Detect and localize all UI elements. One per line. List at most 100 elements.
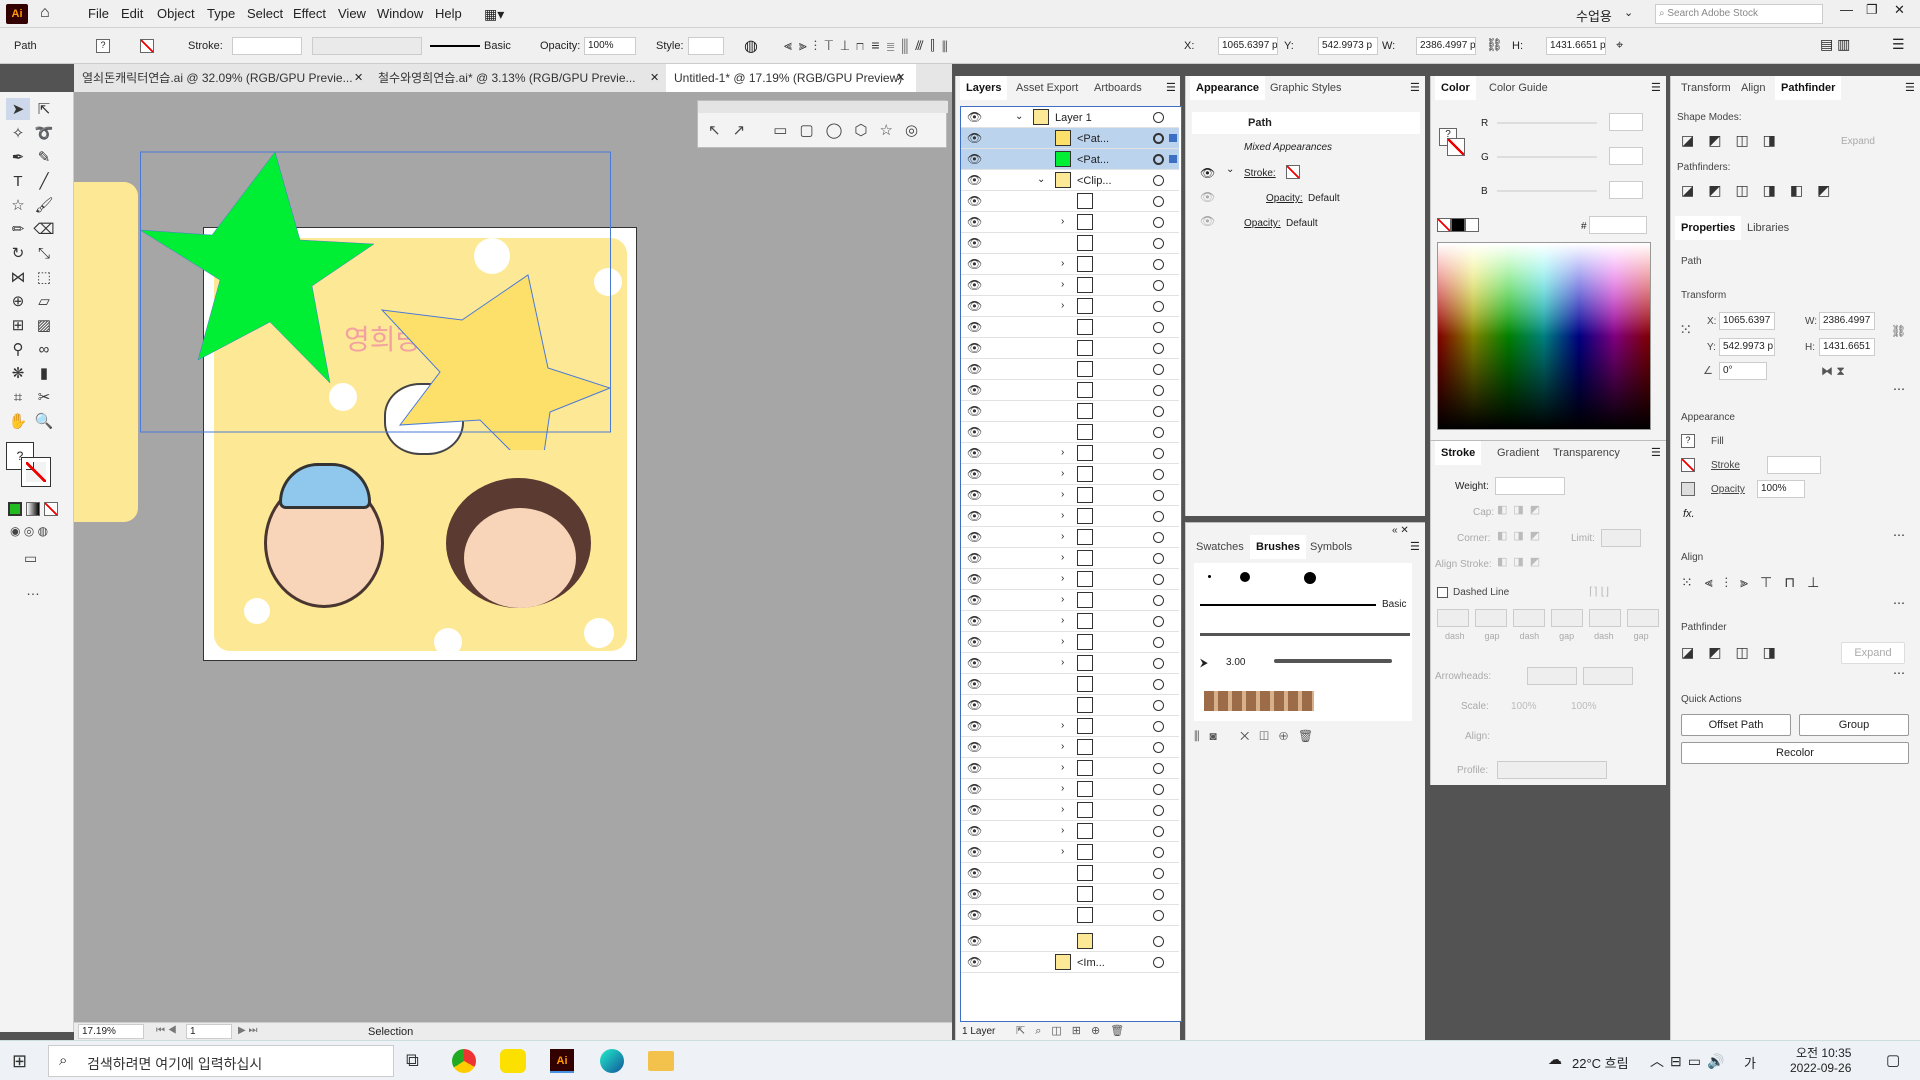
- transform-icon[interactable]: ⌖: [1616, 37, 1623, 53]
- width-tool-icon[interactable]: ⋈: [6, 266, 30, 288]
- perspective-grid-icon[interactable]: ▱: [32, 290, 56, 312]
- target-icon[interactable]: [1153, 196, 1164, 207]
- chrome-icon[interactable]: [452, 1049, 476, 1073]
- draw-mode-icons[interactable]: ◉ ◎ ◍: [10, 524, 48, 538]
- opacity-field[interactable]: 100%: [584, 37, 636, 55]
- black-color[interactable]: [1451, 218, 1465, 232]
- eraser-icon[interactable]: ⌫: [32, 218, 56, 240]
- layer-row[interactable]: 👁 ›: [961, 800, 1179, 821]
- target-icon[interactable]: [1153, 343, 1164, 354]
- menu-file[interactable]: File: [88, 6, 109, 21]
- target-icon[interactable]: [1153, 574, 1164, 585]
- eye-icon[interactable]: 👁: [967, 825, 982, 837]
- more-options-icon[interactable]: ⋯: [1893, 528, 1905, 542]
- eye-icon[interactable]: 👁: [967, 321, 982, 333]
- arrowhead-end[interactable]: [1583, 667, 1633, 685]
- slice-tool-icon[interactable]: ✂: [32, 386, 56, 408]
- brush-dot-medium[interactable]: [1240, 572, 1250, 582]
- eye-icon[interactable]: 👁: [967, 489, 982, 501]
- layer-row[interactable]: 👁 ›: [961, 527, 1179, 548]
- layer-row[interactable]: 👁: [961, 233, 1179, 254]
- layer-row-layer-1[interactable]: 👁 ⌄ Layer 1: [961, 107, 1179, 128]
- cap-icons[interactable]: ◧◨◩: [1497, 503, 1546, 516]
- eye-icon[interactable]: 👁: [967, 111, 982, 123]
- chevron-right-icon[interactable]: ›: [1061, 216, 1064, 227]
- direct-selection-tool-icon[interactable]: ⇱: [32, 98, 56, 120]
- target-icon[interactable]: [1153, 784, 1164, 795]
- layer-row[interactable]: 👁: [961, 317, 1179, 338]
- layer-row[interactable]: 👁 ›: [961, 779, 1179, 800]
- stars-overlay[interactable]: [140, 150, 620, 450]
- layer-row[interactable]: 👁: [961, 695, 1179, 716]
- brush-definition[interactable]: Basic: [484, 40, 511, 52]
- more-options-icon[interactable]: ⋯: [1893, 666, 1905, 680]
- layer-row[interactable]: 👁: [961, 884, 1179, 905]
- layer-row[interactable]: 👁 ›: [961, 296, 1179, 317]
- layer-row[interactable]: 👁: [961, 380, 1179, 401]
- layer-row[interactable]: 👁: [961, 359, 1179, 380]
- gradient-tool-icon[interactable]: ▨: [32, 314, 56, 336]
- eye-icon[interactable]: 👁: [967, 699, 982, 711]
- tab-swatches[interactable]: Swatches: [1190, 535, 1250, 559]
- target-icon[interactable]: [1153, 154, 1164, 165]
- opacity-label[interactable]: Opacity: [1711, 484, 1745, 495]
- panel-menu-icon[interactable]: ☰: [1651, 81, 1661, 94]
- brush-basic-stroke[interactable]: [1200, 604, 1376, 606]
- eye-icon[interactable]: 👁: [967, 279, 982, 291]
- eye-icon[interactable]: 👁: [967, 741, 982, 753]
- layer-row[interactable]: 👁 ›: [961, 716, 1179, 737]
- chevron-right-icon[interactable]: ›: [1061, 531, 1064, 542]
- tab-transform[interactable]: Transform: [1675, 76, 1737, 100]
- tab-document-1[interactable]: 열쇠돈캐릭터연습.ai @ 32.09% (RGB/GPU Previe...: [74, 64, 364, 92]
- menu-edit[interactable]: Edit: [121, 6, 143, 21]
- chevron-right-icon[interactable]: ›: [1061, 846, 1064, 857]
- eye-icon[interactable]: 👁: [967, 384, 982, 396]
- panel-layout-icon[interactable]: ▤ ▥: [1820, 36, 1850, 53]
- chevron-right-icon[interactable]: ›: [1061, 636, 1064, 647]
- target-icon[interactable]: [1153, 616, 1164, 627]
- menu-select[interactable]: Select: [247, 6, 283, 21]
- chevron-right-icon[interactable]: ›: [1061, 489, 1064, 500]
- layer-row[interactable]: 👁 ›: [961, 212, 1179, 233]
- pattern-brush[interactable]: [1204, 691, 1314, 711]
- menu-object[interactable]: Object: [157, 6, 195, 21]
- gap-field-3[interactable]: [1627, 609, 1659, 627]
- eye-icon[interactable]: 👁: [967, 447, 982, 459]
- yellow-star[interactable]: [380, 274, 612, 450]
- target-icon[interactable]: [1153, 532, 1164, 543]
- more-tools-icon[interactable]: …: [26, 582, 40, 598]
- offset-path-button[interactable]: Offset Path: [1681, 714, 1791, 736]
- tab-layers[interactable]: Layers: [960, 76, 1008, 100]
- tab-transparency[interactable]: Transparency: [1547, 441, 1626, 465]
- tab-brushes[interactable]: Brushes: [1250, 535, 1307, 559]
- eye-icon[interactable]: 👁: [967, 258, 982, 270]
- tab-appearance[interactable]: Appearance: [1190, 76, 1265, 100]
- arrowhead-start[interactable]: [1527, 667, 1577, 685]
- chevron-right-icon[interactable]: ›: [1061, 258, 1064, 269]
- target-icon[interactable]: [1153, 936, 1164, 947]
- shape-builder-icon[interactable]: ⊕: [6, 290, 30, 312]
- clock-time[interactable]: 오전 10:35: [1796, 1044, 1851, 1061]
- green-star[interactable]: [140, 151, 375, 384]
- tab-pathfinder[interactable]: Pathfinder: [1775, 76, 1842, 100]
- opacity-field[interactable]: 100%: [1757, 480, 1805, 498]
- r-slider[interactable]: [1497, 122, 1597, 124]
- zoom-field[interactable]: 17.19%: [78, 1024, 144, 1039]
- layer-row[interactable]: 👁: [961, 191, 1179, 212]
- close-tab-icon[interactable]: ✕: [650, 71, 659, 84]
- layer-row[interactable]: 👁 ›: [961, 653, 1179, 674]
- tab-gradient[interactable]: Gradient: [1491, 441, 1545, 465]
- stroke-label[interactable]: Stroke: [1711, 460, 1740, 471]
- more-options-icon[interactable]: ⋯: [1893, 596, 1905, 610]
- layer-row[interactable]: 👁 ›: [961, 632, 1179, 653]
- scale-icon[interactable]: ⤡: [32, 242, 56, 264]
- target-icon[interactable]: [1153, 301, 1164, 312]
- y-field[interactable]: 542.9973 p: [1719, 338, 1775, 356]
- minimize-button[interactable]: —: [1840, 2, 1853, 17]
- artboard-number-field[interactable]: 1: [186, 1024, 232, 1039]
- pen-tool-icon[interactable]: ✒: [6, 146, 30, 168]
- taper-brush[interactable]: [1274, 659, 1392, 663]
- chevron-right-icon[interactable]: ›: [1061, 594, 1064, 605]
- h-field[interactable]: 1431.6651 p: [1546, 37, 1606, 55]
- dash-align-icons[interactable]: ⌈⌉ ⌊⌋: [1589, 585, 1609, 598]
